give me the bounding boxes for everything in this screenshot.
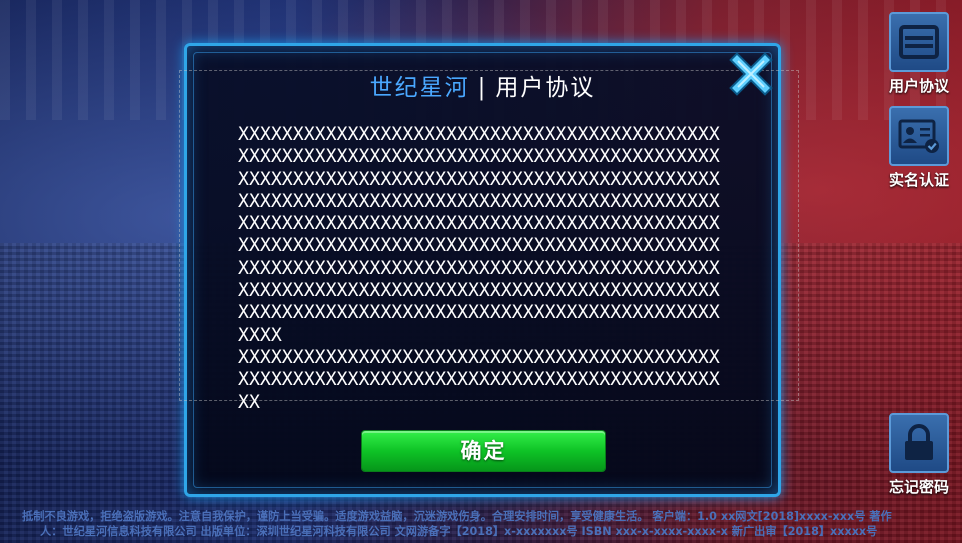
agreement-text-line: XXXXXXXXXXXXXXXXXXXXXXXXXXXXXXXXXXXXXXXX…	[238, 213, 720, 235]
dialog-title-name: 用户协议	[495, 75, 596, 101]
agreement-text-line: XXXXXXXXXXXXXXXXXXXXXXXXXXXXXXXXXXXXXXXX…	[238, 168, 720, 190]
real-name-auth-label: 实名认证	[888, 171, 949, 189]
dialog-title-brand: 世纪星河	[369, 75, 470, 101]
lock-icon	[905, 424, 933, 460]
agreement-text-line: XXXXXXXXXXXXXXXXXXXXXXXXXXXXXXXXXXXXXXXX…	[238, 346, 720, 368]
confirm-button[interactable]: 确定	[362, 431, 605, 471]
user-agreement-button[interactable]: 用户协议	[884, 12, 954, 96]
agreement-text-line: XXXX	[238, 324, 282, 346]
dialog-title-separator: |	[477, 75, 488, 101]
agreement-text-line: XXXXXXXXXXXXXXXXXXXXXXXXXXXXXXXXXXXXXXXX…	[238, 146, 720, 168]
agreement-text-line: XXXXXXXXXXXXXXXXXXXXXXXXXXXXXXXXXXXXXXXX…	[238, 124, 720, 145]
agreement-text-line: XXXXXXXXXXXXXXXXXXXXXXXXXXXXXXXXXXXXXXXX…	[238, 369, 720, 391]
agreement-text-line: XXXXXXXXXXXXXXXXXXXXXXXXXXXXXXXXXXXXXXXX…	[238, 235, 720, 257]
forgot-tile	[889, 413, 949, 473]
agreement-text-line: XXXXXXXXXXXXXXXXXXXXXXXXXXXXXXXXXXXXXXXX…	[238, 257, 720, 279]
agreement-text-line: XXXXXXXXXXXXXXXXXXXXXXXXXXXXXXXXXXXXXXXX…	[238, 280, 720, 302]
id-card-check-icon	[898, 119, 939, 153]
forgot-password-label: 忘记密码	[888, 478, 949, 496]
agreement-text-line: XXXXXXXXXXXXXXXXXXXXXXXXXXXXXXXXXXXXXXXX…	[238, 190, 720, 212]
agreement-card-icon	[899, 25, 939, 59]
footer-notice-line2: 人：世纪星河信息科技有限公司 出版单位：深圳世纪星河科技有限公司 文网游备字【2…	[40, 525, 878, 538]
real-name-auth-button[interactable]: 实名认证	[884, 106, 954, 190]
close-x-icon	[729, 52, 773, 96]
forgot-password-button[interactable]: 忘记密码	[884, 413, 954, 497]
agreement-text-line: XX	[238, 391, 260, 413]
agreement-tile	[889, 12, 949, 72]
footer-notice-line1: 抵制不良游戏，拒绝盗版游戏。注意自我保护，谨防上当受骗。适度游戏益脑，沉迷游戏伤…	[22, 510, 892, 523]
dialog-title: 世纪星河 | 用户协议	[184, 68, 781, 102]
agreement-text: XXXXXXXXXXXXXXXXXXXXXXXXXXXXXXXXXXXXXXXX…	[238, 124, 728, 414]
close-button[interactable]	[729, 52, 773, 96]
agreement-text-line: XXXXXXXXXXXXXXXXXXXXXXXXXXXXXXXXXXXXXXXX…	[238, 302, 720, 324]
user-agreement-label: 用户协议	[888, 77, 949, 95]
realname-tile	[889, 106, 949, 166]
